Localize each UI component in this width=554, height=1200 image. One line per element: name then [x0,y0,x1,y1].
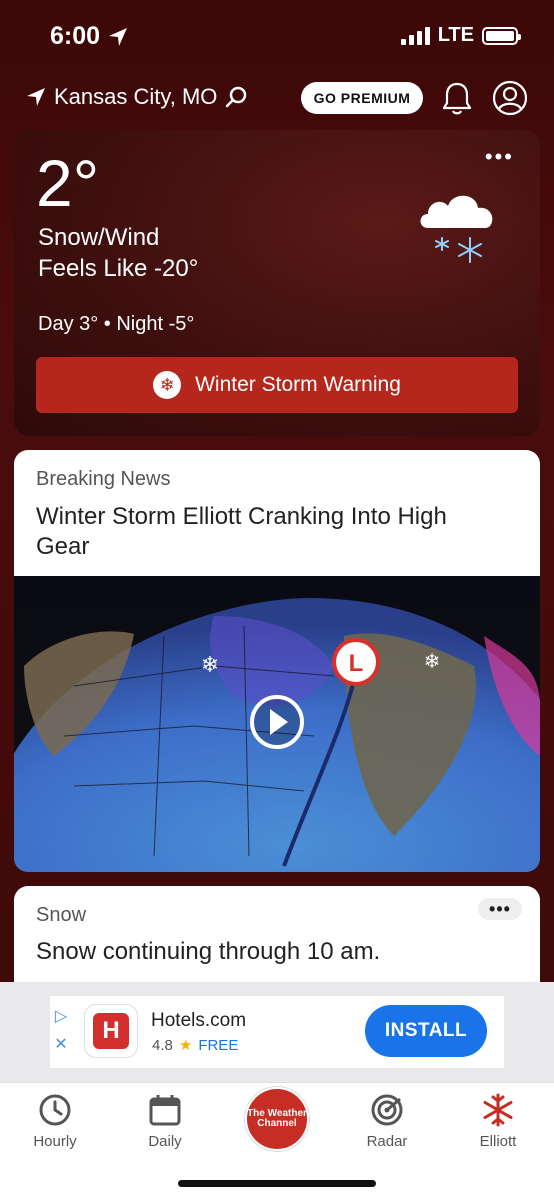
ad-price: FREE [198,1036,239,1054]
status-time-text: 6:00 [50,22,101,50]
profile-icon[interactable] [492,80,528,116]
home-indicator[interactable] [178,1180,376,1187]
breaking-news-card[interactable]: Breaking News Winter Storm Elliott Crank… [14,450,540,872]
day-night-temps: Day 3° • Night -5° [38,313,195,335]
news-kicker: Breaking News [36,468,171,490]
more-options-icon[interactable]: ••• [478,898,522,920]
location-selector[interactable]: Kansas City, MO [26,84,247,110]
bell-icon[interactable] [440,80,474,116]
calendar-icon [149,1095,181,1126]
battery-icon [482,26,521,45]
star-icon: ★ [178,1037,193,1054]
winter-storm-warning-button[interactable]: ❄ Winter Storm Warning [36,357,518,413]
tab-hourly[interactable]: Hourly [10,1093,100,1150]
tab-radar[interactable]: Radar [342,1093,432,1150]
tab-daily-label: Daily [148,1133,182,1150]
warning-label: Winter Storm Warning [195,373,401,396]
hotels-logo-icon[interactable]: H [84,1004,138,1058]
news-headline[interactable]: Winter Storm Elliott Cranking Into High … [36,502,506,562]
svg-text:❄: ❄ [424,649,441,673]
condition-text: Snow/Wind [38,224,160,251]
ad-banner: ▷ ✕ H Hotels.com 4.8 ★ FREE INSTALL [0,982,554,1082]
go-premium-button[interactable]: GO PREMIUM [301,82,423,114]
snow-cloud-icon [420,195,493,263]
svg-text:L: L [349,650,364,677]
ad-brand-name[interactable]: Hotels.com [151,1010,246,1032]
tab-elliott[interactable]: Elliott [453,1093,543,1150]
feels-like-text: Feels Like -20° [38,255,199,282]
current-condition-block: Snow/Wind Feels Like -20° [38,222,198,284]
status-time: 6:00 [50,22,128,51]
ad-info-icon[interactable]: ▷ [55,1006,67,1026]
install-button[interactable]: INSTALL [365,1005,487,1057]
tab-hourly-label: Hourly [33,1133,77,1150]
status-bar: 6:00 LTE [0,0,554,74]
news-video-thumbnail[interactable]: L ❄ ❄ [14,576,540,872]
location-arrow-icon [27,88,45,106]
current-temperature: 2° [36,146,100,220]
current-conditions-card[interactable]: ••• 2° Snow/Wind Feels Like -20° Day 3° … [14,130,540,436]
ad-rating: 4.8 ★ FREE [152,1036,239,1055]
network-label: LTE [437,24,474,46]
radar-icon [371,1094,403,1126]
more-options-icon[interactable]: ••• [485,144,514,170]
snow-kicker: Snow [36,904,87,926]
snow-forecast-text: Snow continuing through 10 am. [36,938,381,965]
tab-elliott-label: Elliott [479,1133,517,1150]
ad-rating-value: 4.8 [152,1036,173,1054]
ad-close-icon[interactable]: ✕ [54,1034,67,1054]
tab-daily[interactable]: Daily [120,1093,210,1150]
clock-icon [39,1094,71,1126]
play-button-icon[interactable] [250,695,304,749]
ad-choices-icon[interactable]: ▷ ✕ [52,1006,70,1062]
snowflake-icon: ❄ [153,371,182,399]
status-indicators: LTE [400,24,521,47]
location-arrow-icon [109,27,128,46]
ad-content[interactable]: ▷ ✕ H Hotels.com 4.8 ★ FREE INSTALL [50,996,504,1068]
svg-text:❄: ❄ [201,653,219,678]
snowflake-icon [483,1093,513,1127]
twc-logo-button[interactable]: The Weather Channel [245,1087,309,1151]
tab-radar-label: Radar [366,1133,408,1150]
location-name: Kansas City, MO [54,84,218,109]
search-icon[interactable] [225,86,247,108]
signal-icon [400,26,430,45]
app-header: Kansas City, MO GO PREMIUM [0,80,554,120]
